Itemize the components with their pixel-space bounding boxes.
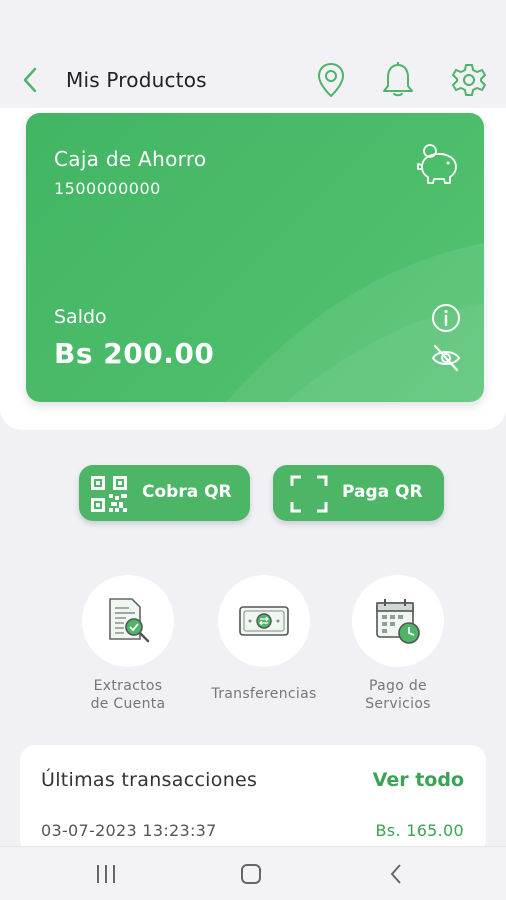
action-pago-servicios[interactable]: Pago de Servicios [343, 575, 453, 713]
system-nav-bar [0, 846, 506, 900]
action-extractos[interactable]: Extractos de Cuenta [73, 575, 183, 713]
home-button[interactable] [231, 859, 271, 889]
qr-code-icon [91, 476, 127, 512]
back-arrow-icon [23, 67, 37, 93]
cobra-qr-label: Cobra QR [142, 482, 232, 502]
app-header: Mis Productos [0, 0, 506, 108]
action-circle [82, 575, 174, 667]
eye-off-icon[interactable] [430, 343, 462, 373]
back-button[interactable] [16, 64, 44, 96]
action-label: Extractos de Cuenta [90, 678, 166, 712]
view-all-link[interactable]: Ver todo [373, 769, 464, 791]
action-label: Transferencias [211, 686, 317, 702]
action-label: Pago de Servicios [365, 678, 431, 712]
scan-frame-icon [290, 475, 328, 513]
transactions-card: Últimas transacciones Ver todo 03-07-202… [20, 745, 486, 855]
action-circle [352, 575, 444, 667]
info-icon[interactable] [430, 302, 462, 334]
notifications-button[interactable] [380, 60, 416, 100]
page-title: Mis Productos [66, 68, 207, 92]
location-button[interactable] [313, 60, 349, 100]
money-transfer-icon [239, 606, 289, 636]
piggy-bank-icon [417, 144, 457, 184]
location-pin-icon [317, 62, 345, 98]
gear-icon [452, 64, 486, 96]
recent-apps-button[interactable] [86, 859, 126, 889]
account-card[interactable]: Caja de Ahorro 1500000000 Saldo Bs 200.0… [26, 113, 484, 402]
account-number: 1500000000 [54, 179, 161, 198]
home-icon [241, 864, 261, 884]
settings-button[interactable] [451, 60, 487, 100]
balance-label: Saldo [54, 306, 107, 328]
transactions-title: Últimas transacciones [41, 769, 258, 791]
calendar-clock-icon [376, 599, 420, 644]
cobra-qr-button[interactable]: Cobra QR [79, 465, 250, 521]
chevron-left-icon [390, 864, 401, 884]
statement-icon [109, 598, 150, 643]
transaction-date: 03-07-2023 13:23:37 [41, 821, 217, 840]
balance-amount: Bs 200.00 [54, 337, 215, 370]
account-type: Caja de Ahorro [54, 147, 207, 171]
paga-qr-label: Paga QR [342, 482, 423, 502]
bell-icon [383, 62, 413, 97]
paga-qr-button[interactable]: Paga QR [273, 465, 444, 521]
action-transferencias[interactable]: Transferencias [209, 575, 319, 703]
recent-apps-icon [97, 865, 115, 883]
system-back-button[interactable] [376, 859, 416, 889]
action-circle [218, 575, 310, 667]
transaction-amount: Bs. 165.00 [375, 821, 464, 840]
